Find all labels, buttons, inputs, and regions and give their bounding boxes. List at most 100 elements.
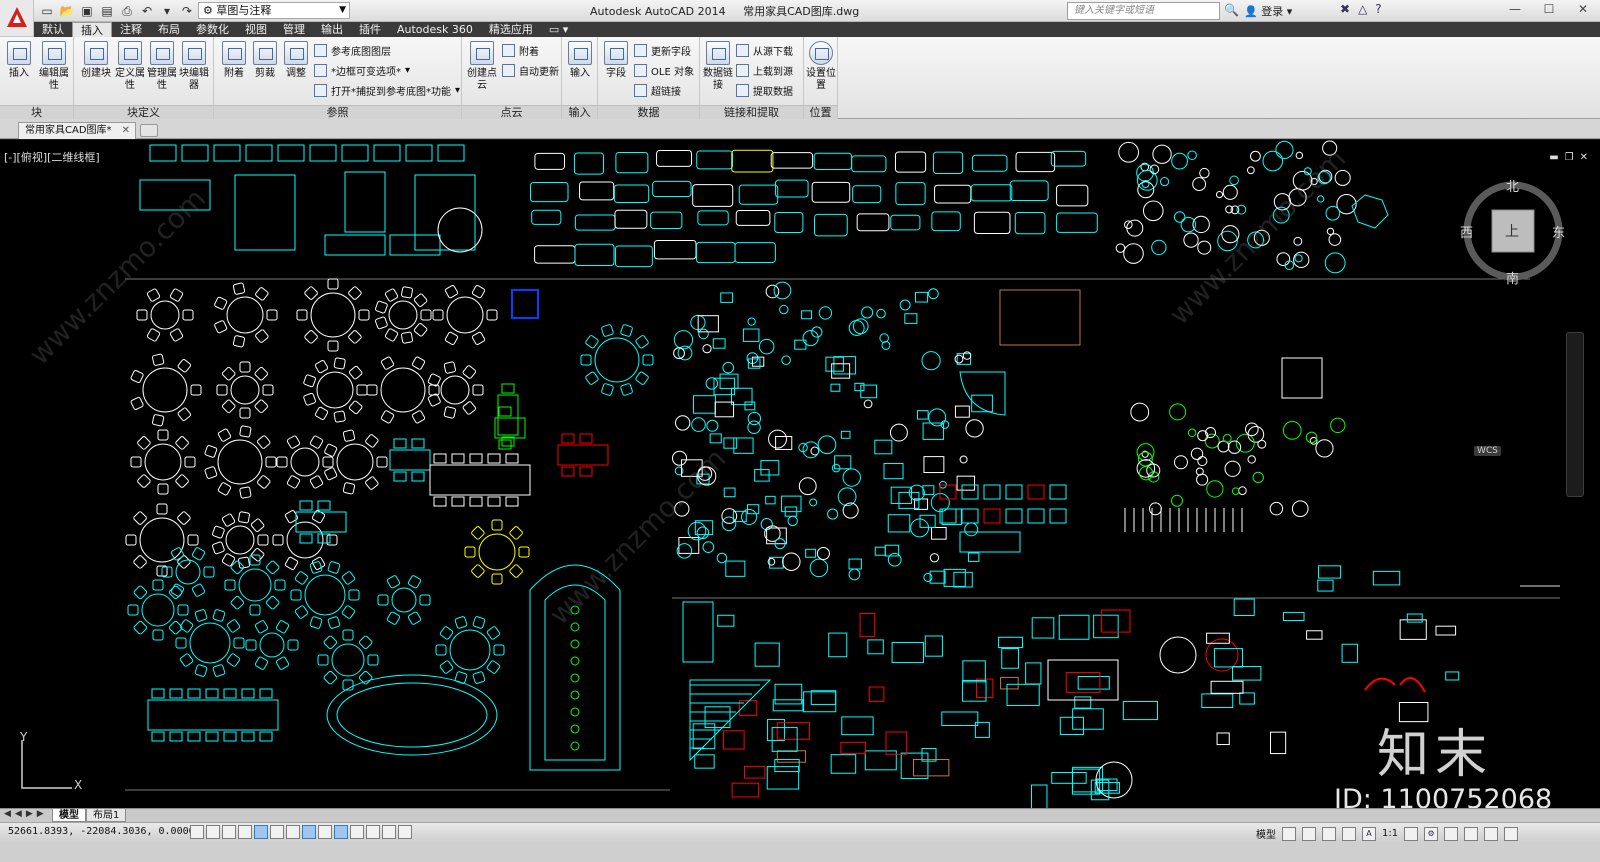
tab-5[interactable]: 视图 <box>237 22 275 37</box>
ortho-mode-icon[interactable] <box>238 825 252 839</box>
infer-constraints-icon[interactable] <box>190 825 204 839</box>
search-icon[interactable]: 🔍 <box>1224 3 1239 17</box>
point-cloud-panel-label[interactable]: 点云 <box>462 105 561 119</box>
workspace-select[interactable]: ⚙ 草图与注释 ▼ <box>198 2 350 19</box>
navigation-bar[interactable] <box>1566 332 1584 497</box>
attach-button[interactable]: 附着 <box>218 41 250 80</box>
tab-4[interactable]: 参数化 <box>188 22 237 37</box>
quick-view-drawings-icon[interactable] <box>1302 826 1316 841</box>
tab-3[interactable]: 布局 <box>150 22 188 37</box>
create-point-cloud-button[interactable]: 创建点云 <box>466 41 498 92</box>
search-input[interactable]: 键入关键字或短语 <box>1067 2 1220 20</box>
exchange-icon[interactable]: ✖ <box>1340 2 1350 16</box>
snap-underlay-dropdown[interactable]: 打开*捕捉到参考底图*功能 ▾ <box>314 83 460 98</box>
compass-north[interactable]: 北 <box>1506 176 1519 195</box>
block-editor-button[interactable]: 块编辑器 <box>178 41 210 92</box>
insert-button[interactable]: 插入 <box>3 41 35 80</box>
a360-icon[interactable]: △ <box>1358 2 1367 16</box>
app-menu-button[interactable] <box>0 0 34 37</box>
annotation-scale-icon[interactable]: A <box>1362 826 1376 841</box>
viewport-label[interactable]: [-][俯视][二维线框] <box>4 149 100 165</box>
dynamic-ucs-icon[interactable] <box>318 825 332 839</box>
save-as-icon[interactable]: ▤ <box>98 2 116 20</box>
object-snap-icon[interactable] <box>270 825 284 839</box>
snap-mode-icon[interactable] <box>206 825 220 839</box>
block-panel-label[interactable]: 块 <box>0 105 73 119</box>
field-button[interactable]: 字段 <box>600 41 632 80</box>
hardware-acceleration-icon[interactable] <box>1464 826 1479 841</box>
workspace-switch-icon[interactable]: ⚙ <box>1424 826 1439 841</box>
viewcube-top-face[interactable]: 上 <box>1505 221 1519 241</box>
ribbon-minimize-icon[interactable]: ▭ ▾ <box>541 22 576 37</box>
import-button[interactable]: 输入 <box>564 41 596 80</box>
coordinate-readout[interactable]: 52661.8393, -22084.3036, 0.0000 <box>8 826 195 837</box>
viewcube[interactable]: 北 南 东 西 上 <box>1460 176 1566 287</box>
auto-update-button[interactable]: 自动更新 <box>502 63 559 78</box>
quick-properties-icon[interactable] <box>382 825 396 839</box>
tab-scroll-arrows-icon[interactable]: ◀◀▶▶ <box>4 809 48 819</box>
object-snap-tracking-icon[interactable] <box>302 825 316 839</box>
tab-model[interactable]: 模型 <box>52 809 86 822</box>
new-tab-button[interactable] <box>140 124 158 137</box>
wcs-menu[interactable]: WCS <box>1474 446 1501 456</box>
quick-view-layouts-icon[interactable] <box>1282 826 1296 841</box>
help-icon[interactable]: ? <box>1375 2 1381 16</box>
tab-10[interactable]: 精选应用 <box>481 22 541 37</box>
minimize-viewport-icon[interactable]: ▬ <box>1549 152 1558 163</box>
annotation-scale-value[interactable]: 1:1 <box>1382 828 1398 839</box>
file-tab[interactable]: 常用家具CAD图库* ✕ <box>18 122 136 139</box>
close-tab-icon[interactable]: ✕ <box>122 123 130 138</box>
compass-east[interactable]: 东 <box>1552 222 1565 241</box>
3d-object-snap-icon[interactable] <box>286 825 300 839</box>
isolate-objects-icon[interactable] <box>1484 826 1499 841</box>
adjust-button[interactable]: 调整 <box>280 41 312 80</box>
dynamic-input-icon[interactable] <box>334 825 348 839</box>
import-panel-label[interactable]: 输入 <box>562 105 597 119</box>
data-panel-label[interactable]: 数据 <box>598 105 699 119</box>
restore-viewport-icon[interactable]: ❐ <box>1565 152 1574 163</box>
save-icon[interactable]: ▣ <box>78 2 96 20</box>
clip-button[interactable]: 剪裁 <box>249 41 281 80</box>
tab-6[interactable]: 管理 <box>275 22 313 37</box>
extract-data-button[interactable]: 提取数据 <box>736 83 793 98</box>
tab-8[interactable]: 插件 <box>351 22 389 37</box>
compass-west[interactable]: 西 <box>1460 222 1473 241</box>
close-viewport-icon[interactable]: ✕ <box>1580 152 1588 163</box>
plot-icon[interactable]: ⎙ <box>118 2 136 20</box>
tab-layout1[interactable]: 布局1 <box>86 809 127 822</box>
upload-source-button[interactable]: 上载到源 <box>736 63 793 78</box>
edit-attribute-button[interactable]: 编辑属性 <box>38 41 70 92</box>
clean-screen-icon[interactable] <box>1504 826 1519 841</box>
lock-icon[interactable] <box>1444 826 1459 841</box>
manage-attribute-button[interactable]: 管理属性 <box>146 41 178 92</box>
tab-7[interactable]: 输出 <box>313 22 351 37</box>
set-location-button[interactable]: 设置位置 <box>805 41 837 92</box>
tab-0[interactable]: 默认 <box>34 22 72 37</box>
lineweight-icon[interactable] <box>350 825 364 839</box>
undo-icon[interactable]: ↶ <box>138 2 156 20</box>
update-fields-button[interactable]: 更新字段 <box>634 43 691 58</box>
tab-9[interactable]: Autodesk 360 <box>389 22 481 37</box>
location-panel-label[interactable]: 位置 <box>804 105 837 119</box>
block-definition-panel-label[interactable]: 块定义 <box>74 105 213 119</box>
hyperlink-button[interactable]: 超链接 <box>634 83 681 98</box>
redo-icon[interactable]: ↷ <box>178 2 196 20</box>
pan-icon[interactable] <box>1322 826 1336 841</box>
close-icon[interactable]: ✕ <box>1566 0 1600 20</box>
login-button[interactable]: 👤 登录 ▾ <box>1244 3 1292 19</box>
tab-2[interactable]: 注释 <box>112 22 150 37</box>
open-file-icon[interactable]: 📂 <box>58 2 76 20</box>
compass-south[interactable]: 南 <box>1506 268 1519 287</box>
zoom-icon[interactable] <box>1342 826 1356 841</box>
transparency-icon[interactable] <box>366 825 380 839</box>
create-block-button[interactable]: 创建块 <box>80 41 112 80</box>
reference-panel-label[interactable]: 参照 <box>214 105 461 119</box>
maximize-icon[interactable]: ☐ <box>1532 0 1566 20</box>
drawing-area[interactable]: www.znzmo.com www.znzmo.com www.znzmo.co… <box>0 140 1600 808</box>
model-space-label[interactable]: 模型 <box>1256 826 1276 841</box>
data-link-button[interactable]: 数据链接 <box>702 41 734 92</box>
tab-1[interactable]: 插入 <box>72 22 112 37</box>
undo-dropdown-icon[interactable]: ▾ <box>158 2 176 20</box>
define-attribute-button[interactable]: 定义属性 <box>114 41 146 92</box>
ole-object-button[interactable]: OLE 对象 <box>634 63 694 78</box>
